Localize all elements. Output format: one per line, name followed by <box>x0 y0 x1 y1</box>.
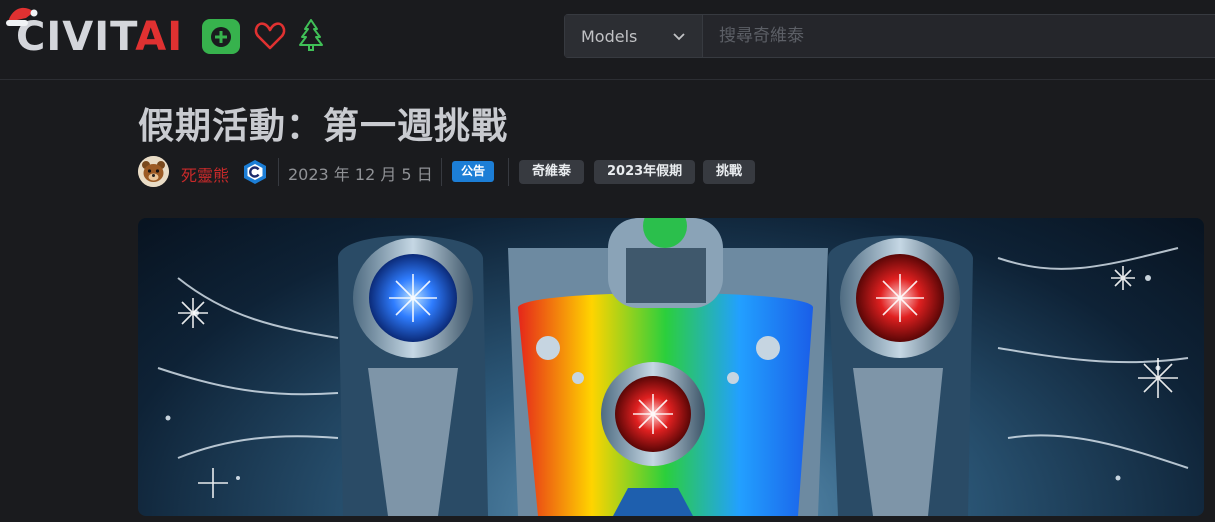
tag-chip[interactable]: 奇維泰 <box>519 160 585 184</box>
logo-wordmark: CIVITAI <box>16 14 183 60</box>
santa-hat-icon <box>6 7 38 26</box>
create-button[interactable] <box>202 19 240 54</box>
meta-divider <box>278 158 279 186</box>
christmas-tree-icon[interactable] <box>298 18 324 52</box>
search-bar: Models <box>564 14 1215 58</box>
robot-illustration <box>157 218 1189 516</box>
meta-divider <box>508 158 509 186</box>
chevron-down-icon <box>673 33 685 41</box>
top-header: CIVITAI Models <box>0 0 1215 80</box>
tag-chip[interactable]: 2023年假期 <box>594 160 696 184</box>
publish-date: 2023 年 12 月 5 日 <box>288 165 433 184</box>
heart-icon[interactable] <box>254 21 286 51</box>
article-meta: 死靈熊 2023 年 12 月 5 日 公告 奇維泰 2023年假期 挑戰 <box>138 156 838 188</box>
article-cover-image <box>138 218 1204 516</box>
search-input[interactable] <box>703 15 1213 57</box>
announcement-badge[interactable]: 公告 <box>452 161 495 182</box>
search-category-select[interactable]: Models <box>565 15 703 57</box>
author-name[interactable]: 死靈熊 <box>181 162 229 186</box>
article-title: 假期活動：第一週挑戰 <box>138 106 509 147</box>
tag-chip[interactable]: 挑戰 <box>703 160 756 184</box>
meta-divider <box>441 158 442 186</box>
plus-icon <box>211 26 231 47</box>
logo-accent-text: AI <box>135 14 184 60</box>
bear-avatar[interactable] <box>138 156 169 187</box>
search-category-value: Models <box>581 26 638 46</box>
civitai-logo[interactable]: CIVITAI <box>6 7 193 60</box>
creator-badge-icon <box>244 160 266 184</box>
